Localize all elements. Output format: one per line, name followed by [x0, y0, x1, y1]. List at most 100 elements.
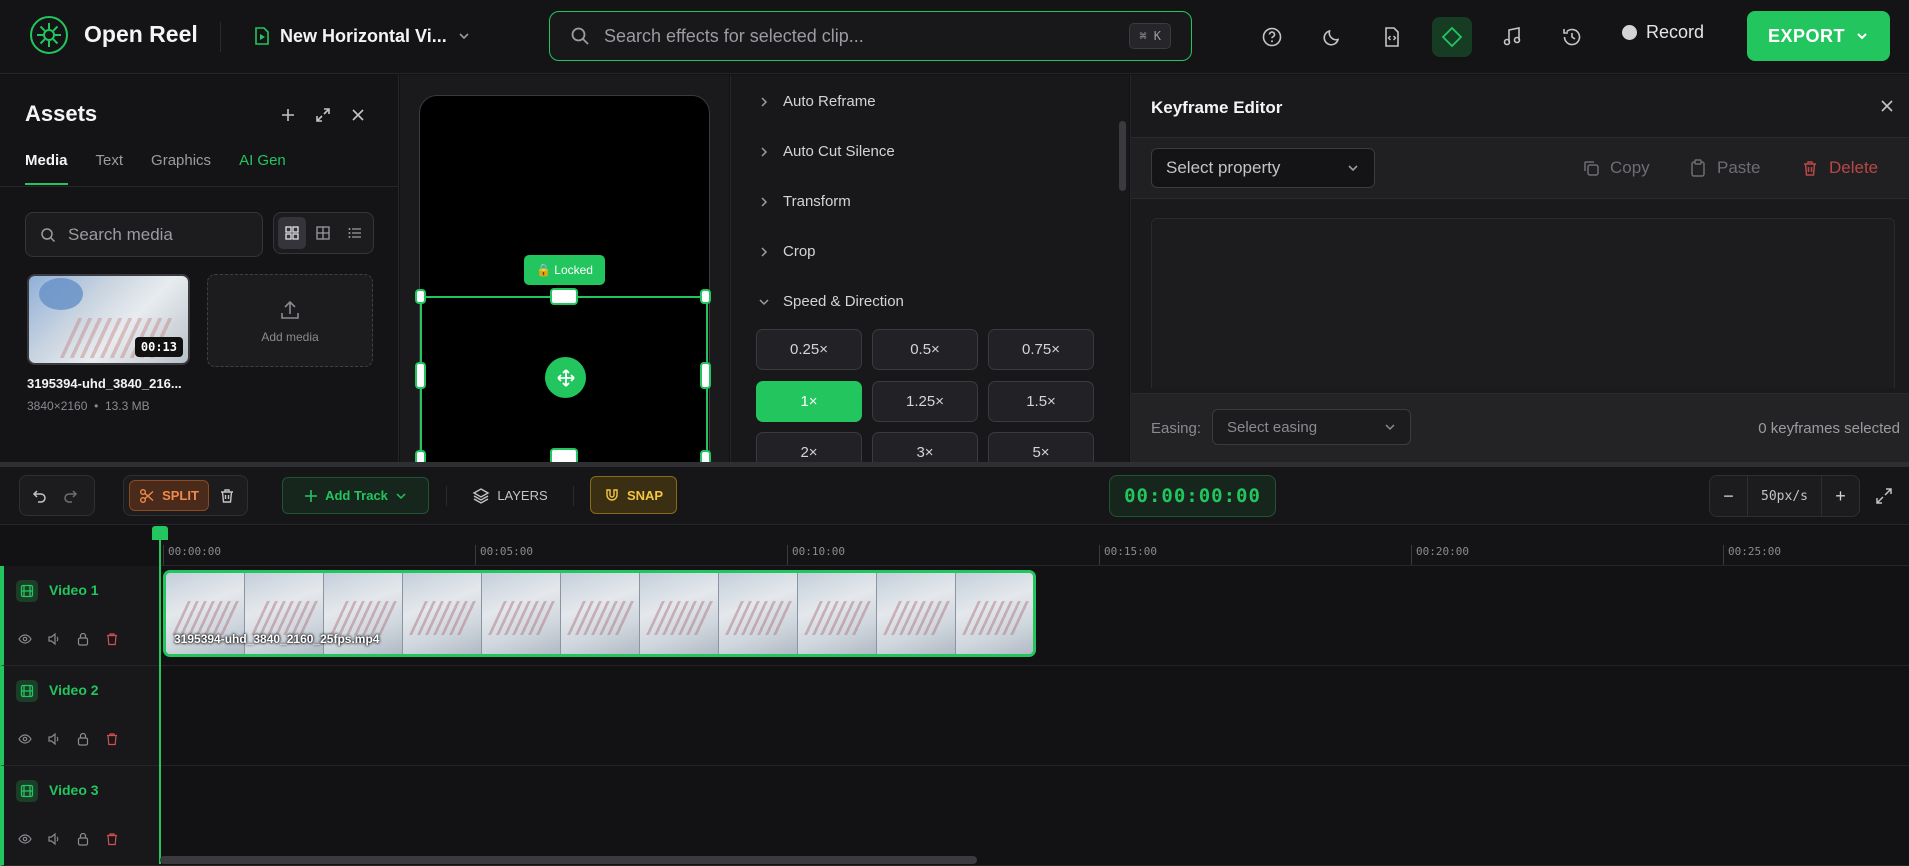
move-icon[interactable]	[545, 357, 586, 398]
effects-scrollbar[interactable]	[1119, 121, 1126, 191]
track-lane[interactable]	[160, 666, 1909, 766]
divider	[220, 22, 221, 52]
file-video-icon	[254, 27, 270, 45]
code-file-icon[interactable]	[1372, 17, 1412, 57]
trash-icon[interactable]	[105, 832, 119, 846]
undo-icon[interactable]	[28, 485, 50, 507]
paste-button[interactable]: Paste	[1689, 158, 1760, 178]
section-auto-cut-silence[interactable]: Auto Cut Silence	[759, 143, 895, 160]
trash-icon[interactable]	[105, 732, 119, 746]
eye-icon[interactable]	[18, 732, 32, 746]
keyframe-graph[interactable]	[1151, 218, 1895, 388]
speed-option[interactable]: 0.5×	[872, 329, 978, 370]
speed-option[interactable]: 5×	[988, 432, 1094, 462]
speed-option[interactable]: 1.25×	[872, 381, 978, 422]
project-selector[interactable]: New Horizontal Vi...	[254, 20, 471, 52]
lock-icon[interactable]	[76, 732, 90, 746]
close-icon[interactable]	[1880, 99, 1894, 113]
track-lane[interactable]	[160, 766, 1909, 866]
search-input[interactable]: Search effects for selected clip...	[604, 26, 1115, 47]
layers-button[interactable]: LAYERS	[462, 477, 558, 514]
resize-handle[interactable]	[700, 450, 711, 462]
plus-icon[interactable]	[276, 103, 300, 127]
snap-button[interactable]: SNAP	[590, 476, 677, 514]
list-view-icon[interactable]	[341, 217, 369, 249]
resize-handle[interactable]	[550, 448, 578, 462]
chevron-right-icon	[759, 96, 769, 107]
section-speed-direction[interactable]: Speed & Direction	[759, 293, 904, 310]
tab-text[interactable]: Text	[96, 152, 124, 185]
resize-handle[interactable]	[700, 289, 711, 304]
grid-large-view-icon[interactable]	[278, 217, 307, 249]
music-note-icon[interactable]	[1492, 17, 1532, 57]
export-button[interactable]: EXPORT	[1747, 11, 1890, 61]
speed-option[interactable]: 0.25×	[756, 329, 862, 370]
volume-icon[interactable]	[47, 832, 61, 846]
chevron-right-icon	[759, 246, 769, 257]
time-ruler[interactable]: 00:00:00 00:05:00 00:10:00 00:15:00 00:2…	[160, 526, 1909, 566]
section-label: Auto Cut Silence	[783, 143, 895, 160]
property-select[interactable]: Select property	[1151, 148, 1375, 188]
section-crop[interactable]: Crop	[759, 243, 816, 260]
split-button[interactable]: SPLIT	[129, 480, 209, 511]
add-track-button[interactable]: Add Track	[282, 477, 429, 514]
timeline-scrollbar[interactable]	[160, 856, 977, 864]
property-select-value: Select property	[1166, 158, 1281, 177]
playhead-handle[interactable]	[152, 526, 168, 540]
easing-label: Easing:	[1151, 420, 1202, 437]
expand-icon[interactable]	[311, 103, 335, 127]
track-header-video-3[interactable]: Video 3	[0, 766, 160, 866]
video-clip[interactable]: 3195394-uhd_3840_2160_25fps.mp4	[163, 570, 1036, 657]
divider	[573, 486, 574, 506]
media-search-input[interactable]: Search media	[25, 212, 263, 257]
trash-icon[interactable]	[216, 485, 238, 507]
speed-option-selected[interactable]: 1×	[756, 381, 862, 422]
volume-icon[interactable]	[47, 732, 61, 746]
moon-icon[interactable]	[1312, 17, 1352, 57]
track-header-video-2[interactable]: Video 2	[0, 666, 160, 766]
keyframe-diamond-icon[interactable]	[1432, 17, 1472, 57]
tab-media[interactable]: Media	[25, 152, 68, 185]
redo-icon[interactable]	[60, 485, 82, 507]
lock-icon[interactable]	[76, 832, 90, 846]
grid-small-view-icon[interactable]	[309, 217, 337, 249]
zoom-out-button[interactable]: −	[1710, 476, 1747, 516]
resize-handle[interactable]	[550, 288, 578, 305]
copy-button[interactable]: Copy	[1582, 158, 1650, 178]
section-transform[interactable]: Transform	[759, 193, 851, 210]
trash-icon[interactable]	[105, 632, 119, 646]
record-button[interactable]: Record	[1622, 22, 1704, 43]
section-auto-reframe[interactable]: Auto Reframe	[759, 93, 876, 110]
effects-search[interactable]: Search effects for selected clip... ⌘ K	[549, 11, 1192, 61]
lock-icon[interactable]	[76, 632, 90, 646]
add-media-button[interactable]: Add media	[207, 274, 373, 367]
playhead[interactable]	[159, 526, 161, 864]
help-icon[interactable]	[1252, 17, 1292, 57]
eye-icon[interactable]	[18, 632, 32, 646]
zoom-in-button[interactable]: +	[1822, 476, 1859, 516]
easing-select[interactable]: Select easing	[1212, 409, 1411, 445]
speed-option[interactable]: 3×	[872, 432, 978, 462]
tab-ai-gen[interactable]: AI Gen	[239, 152, 286, 185]
speed-option[interactable]: 0.75×	[988, 329, 1094, 370]
resize-handle[interactable]	[415, 450, 426, 462]
timeline[interactable]: 00:00:00 00:05:00 00:10:00 00:15:00 00:2…	[0, 526, 1909, 866]
speed-option[interactable]: 1.5×	[988, 381, 1094, 422]
chevron-down-icon	[759, 297, 769, 307]
track-header-video-1[interactable]: Video 1	[0, 566, 160, 666]
tab-graphics[interactable]: Graphics	[151, 152, 211, 185]
media-thumbnail[interactable]: 00:13	[27, 274, 190, 365]
volume-icon[interactable]	[47, 632, 61, 646]
speed-option[interactable]: 2×	[756, 432, 862, 462]
ruler-tick: 00:20:00	[1411, 545, 1469, 565]
resize-handle[interactable]	[415, 362, 426, 389]
eye-icon[interactable]	[18, 832, 32, 846]
resize-handle[interactable]	[415, 289, 426, 304]
close-icon[interactable]	[346, 103, 370, 127]
delete-button[interactable]: Delete	[1801, 158, 1878, 178]
track-name: Video 3	[49, 782, 99, 798]
divider	[446, 486, 447, 506]
fullscreen-icon[interactable]	[1875, 487, 1893, 505]
history-icon[interactable]	[1552, 17, 1592, 57]
resize-handle[interactable]	[700, 362, 711, 389]
